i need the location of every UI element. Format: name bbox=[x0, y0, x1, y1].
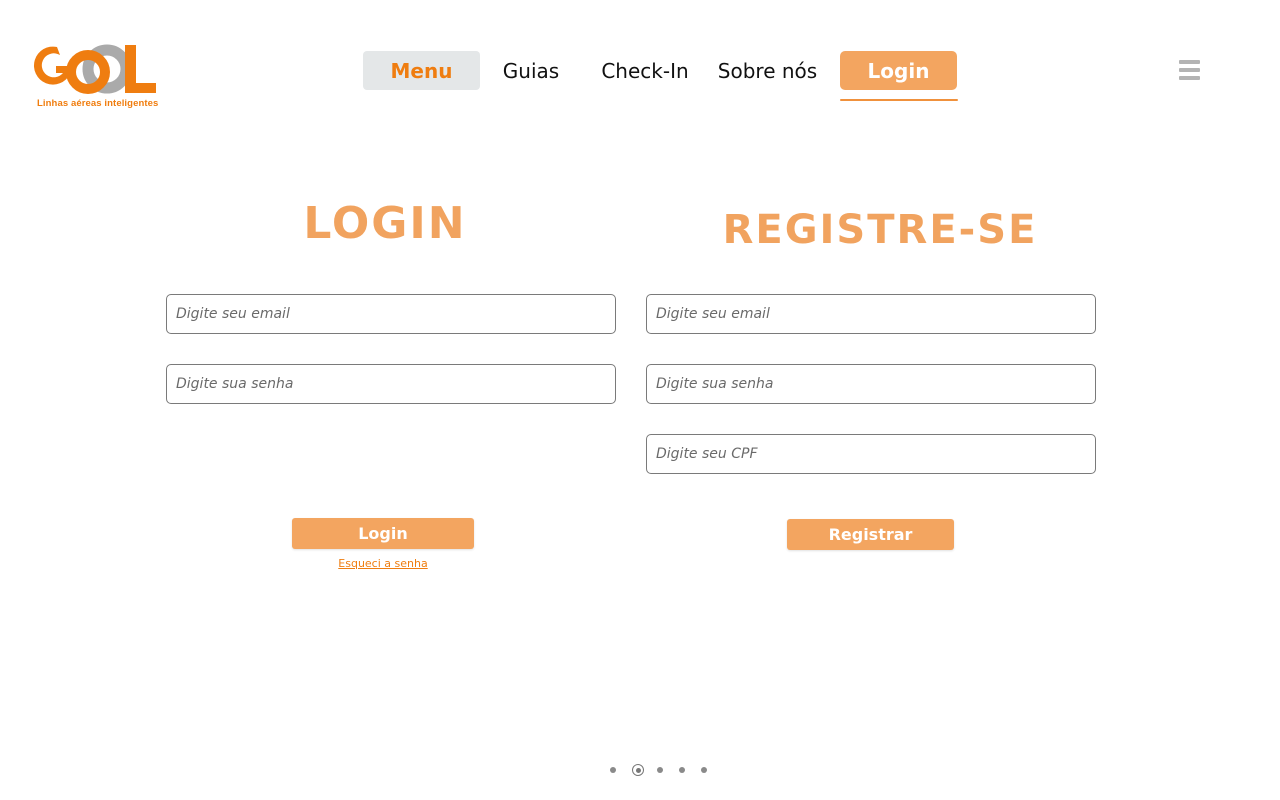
hamburger-menu-icon[interactable] bbox=[1179, 60, 1200, 81]
forgot-password-link[interactable]: Esqueci a senha bbox=[292, 557, 474, 570]
login-password-input[interactable] bbox=[166, 364, 616, 404]
register-cpf-input[interactable] bbox=[646, 434, 1096, 474]
nav-guias[interactable]: Guias bbox=[486, 51, 576, 90]
register-email-input[interactable] bbox=[646, 294, 1096, 334]
page: Linhas aéreas inteligentes Menu Guias Ch… bbox=[0, 0, 1280, 800]
pagination-dot-2-active[interactable] bbox=[632, 764, 644, 776]
nav-login[interactable]: Login bbox=[840, 51, 957, 90]
register-password-input[interactable] bbox=[646, 364, 1096, 404]
logo-tagline: Linhas aéreas inteligentes bbox=[37, 98, 159, 109]
pagination-dot-1[interactable] bbox=[610, 767, 616, 773]
logo-mark-icon bbox=[33, 44, 156, 94]
pagination-dots bbox=[603, 762, 713, 778]
login-heading: LOGIN bbox=[303, 198, 467, 249]
nav-menu[interactable]: Menu bbox=[363, 51, 480, 90]
nav-check-in[interactable]: Check-In bbox=[600, 51, 690, 90]
nav-active-underline bbox=[840, 99, 958, 101]
login-button[interactable]: Login bbox=[292, 518, 474, 549]
pagination-dot-3[interactable] bbox=[657, 767, 663, 773]
login-email-input[interactable] bbox=[166, 294, 616, 334]
pagination-dot-4[interactable] bbox=[679, 767, 685, 773]
gool-logo[interactable]: Linhas aéreas inteligentes bbox=[32, 40, 162, 112]
register-button[interactable]: Registrar bbox=[787, 519, 954, 550]
pagination-dot-5[interactable] bbox=[701, 767, 707, 773]
register-heading: REGISTRE-SE bbox=[722, 207, 1038, 253]
nav-sobre-nos[interactable]: Sobre nós bbox=[714, 51, 821, 90]
